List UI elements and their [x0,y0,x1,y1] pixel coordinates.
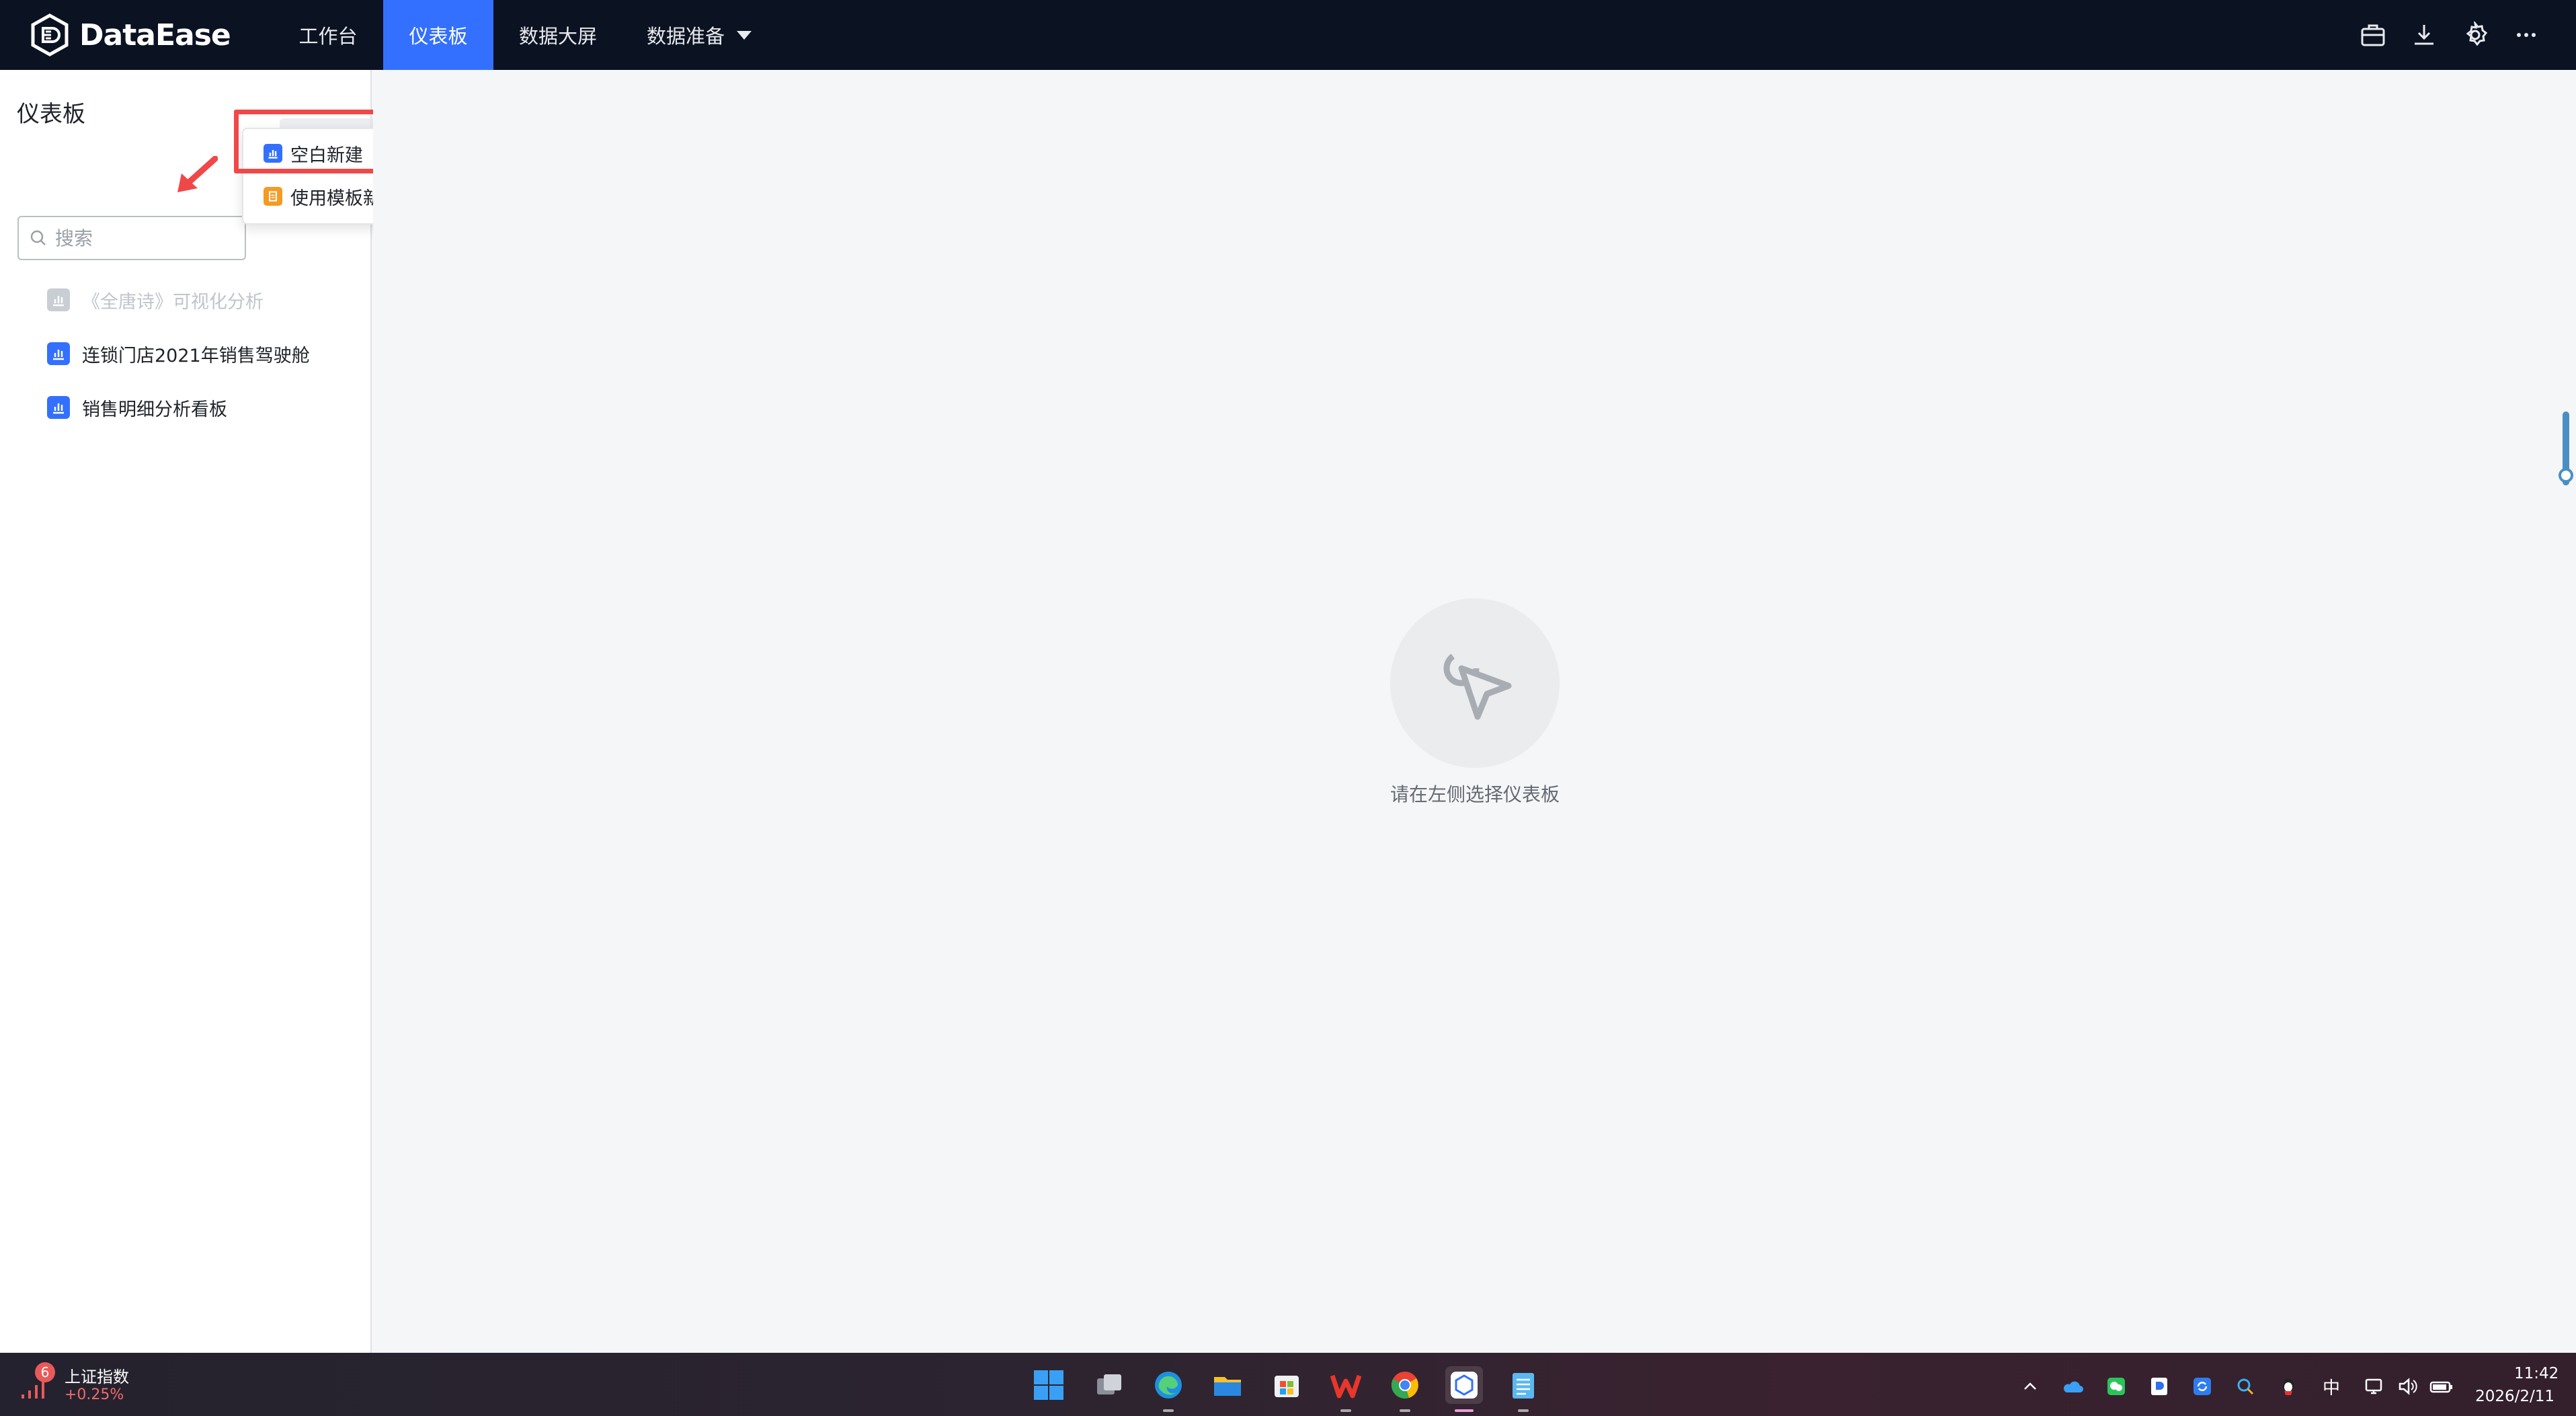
scrollbar-knob[interactable] [2559,468,2573,483]
sidebar-title: 仪表板 [17,101,85,128]
dashboard-item-label: 《全唐诗》可视化分析 [82,291,264,313]
nav-dashboard[interactable]: 仪表板 [383,0,493,70]
settings-icon[interactable] [2459,19,2491,51]
volume-icon[interactable] [2396,1374,2420,1399]
dashboard-icon [47,288,70,311]
empty-state-text: 请在左侧选择仪表板 [1390,783,1560,805]
clock-time[interactable]: 11:42 [2514,1365,2559,1382]
nav-workbench[interactable]: 工作台 [274,0,382,70]
stock-name: 上证指数 [65,1368,129,1386]
dashboard-icon [47,342,70,365]
nav-data-screen[interactable]: 数据大屏 [504,0,612,70]
notepad-icon[interactable] [1504,1366,1542,1412]
search-box[interactable] [17,216,246,260]
running-indicator [1340,1409,1351,1412]
clock-date[interactable]: 2026/2/11 [2474,1388,2554,1405]
dataease-logo-icon [31,13,69,56]
dashboard-item[interactable]: 《全唐诗》可视化分析 [47,280,264,320]
windows-start-icon[interactable] [1030,1366,1068,1404]
dashboard-icon [47,396,70,419]
dashboard-item[interactable]: 销售明细分析看板 [47,387,227,428]
search-app-icon[interactable] [2233,1374,2257,1399]
search-input[interactable] [55,227,230,249]
stock-widget[interactable]: 6 上证指数 +0.25% [0,1353,161,1416]
qq-icon[interactable] [2276,1374,2300,1399]
running-indicator [1400,1409,1410,1412]
dashboard-item-label: 连锁门店2021年销售驾驶舱 [82,345,310,366]
search-icon [30,230,46,245]
nav-data-prep-label: 数据准备 [646,25,725,48]
dataease-icon[interactable] [1445,1366,1483,1412]
battery-icon[interactable] [2429,1374,2454,1399]
chevron-up-icon[interactable] [2018,1374,2042,1399]
file-explorer-icon[interactable] [1209,1366,1246,1404]
store-icon[interactable] [1268,1366,1305,1404]
dataease-logo[interactable]: DataEase [28,11,231,59]
dingtalk-icon[interactable] [2147,1374,2171,1399]
top-nav-bar: DataEase 工作台 仪表板 数据大屏 数据准备 [0,0,2576,70]
ime-indicator[interactable]: 中 [2319,1374,2343,1399]
empty-state-illustration [1390,598,1560,768]
caret-down-icon [737,30,752,40]
stock-badge: 6 [35,1362,55,1382]
dashboard-item-label: 销售明细分析看板 [82,399,227,420]
task-view-icon[interactable] [1090,1366,1128,1404]
running-indicator [1518,1409,1529,1412]
dashboard-item[interactable]: 连锁门店2021年销售驾驶舱 [47,333,310,374]
template-icon [264,187,282,206]
network-icon[interactable] [2362,1374,2386,1399]
wps-icon[interactable] [1327,1366,1365,1412]
more-icon[interactable] [2510,19,2542,51]
pointer-arrow-icon [177,156,218,192]
download-icon[interactable] [2408,19,2440,51]
briefcase-icon[interactable] [2357,19,2389,51]
chrome-icon[interactable] [1386,1366,1424,1412]
logo-text: DataEase [79,17,231,52]
running-indicator [1163,1409,1174,1412]
wechat-icon[interactable] [2104,1374,2128,1399]
nav-data-prep[interactable]: 数据准备 [639,0,760,70]
onedrive-icon[interactable] [2061,1374,2085,1399]
dashboard-sidebar: 仪表板 新建仪表板 《全唐诗》可视化分析 连锁门店2021年销售驾驶舱 销售明细… [0,70,391,1353]
sync-app-icon[interactable] [2190,1374,2214,1399]
edge-icon[interactable] [1150,1366,1187,1412]
running-indicator [1455,1409,1474,1412]
stock-change: +0.25% [65,1386,124,1403]
windows-taskbar: 6 上证指数 +0.25% 中 11:42 2026/2/11 [0,1353,2576,1416]
cursor-click-icon [1443,650,1512,720]
